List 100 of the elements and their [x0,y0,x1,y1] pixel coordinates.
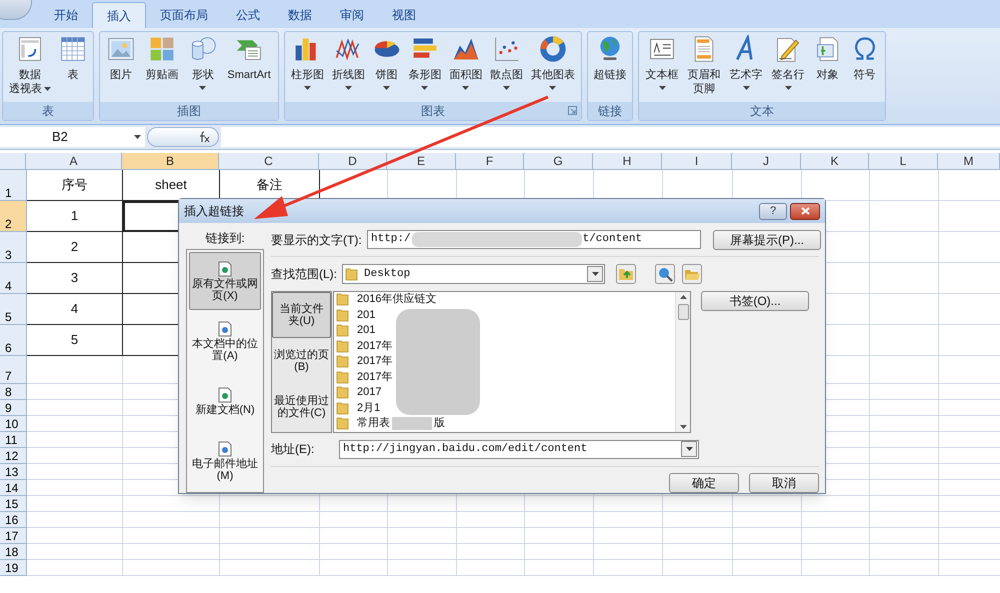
formula-input[interactable] [221,127,1000,147]
column-header[interactable]: E [387,153,456,170]
ok-button[interactable]: 确定 [669,473,739,494]
column-header[interactable]: H [593,153,662,170]
column-header[interactable]: D [319,153,387,170]
ribbon-button[interactable]: 折线图 [330,33,367,102]
ribbon-button[interactable]: 条形图 [406,33,444,102]
look-in-dropdown[interactable]: Desktop [342,264,605,284]
ribbon-button[interactable]: 对象 [812,33,844,102]
ribbon-button[interactable]: 形状 [186,33,219,102]
dropdown-icon [592,272,598,276]
ribbon-button[interactable]: 数据 透视表 [7,33,53,102]
select-all-corner[interactable] [0,153,26,170]
scroll-thumb[interactable] [678,304,688,320]
row-header[interactable]: 3 [0,232,27,263]
file-item[interactable]: 201 [336,307,675,323]
address-field[interactable]: http://jingyan.baidu.com/edit/content [339,440,699,459]
row-header[interactable]: 5 [0,294,27,325]
column-header[interactable]: G [524,153,593,170]
ribbon-tab[interactable]: 公式 [222,2,274,28]
row-header[interactable]: 16 [0,512,27,528]
ribbon-tab[interactable]: 审阅 [326,2,378,28]
row-header[interactable]: 8 [0,384,27,400]
file-item[interactable]: 201 [336,322,675,338]
file-item[interactable]: 2016年供应链文 [336,292,675,308]
link-target-option[interactable]: 电子邮件地址(M) [189,432,261,490]
row-header[interactable]: 17 [0,528,27,544]
browse-tab[interactable]: 最近使用过的文件(C) [272,384,331,430]
scroll-down-icon[interactable] [680,424,686,429]
folder-icon [336,400,349,415]
row-header[interactable]: 1 [0,170,27,201]
column-header[interactable]: B [122,153,219,170]
link-target-option[interactable]: 新建文档(N) [189,372,261,430]
function-icon[interactable] [198,131,210,143]
row-header[interactable]: 12 [0,448,27,464]
ribbon-button[interactable]: 签名行 [770,33,806,102]
screen-tip-button[interactable]: 屏幕提示(P)... [713,230,821,250]
row-header[interactable]: 10 [0,416,27,432]
ribbon-button[interactable]: 艺术字 [728,33,764,102]
link-target-option[interactable]: 原有文件或网页(X) [189,252,261,310]
file-item[interactable]: 常用表 版 [336,416,675,432]
column-header[interactable]: C [219,153,319,170]
ribbon-button[interactable]: 页眉和 页脚 [686,33,722,102]
ribbon-button[interactable]: 文本框 [644,33,680,102]
row-header[interactable]: 14 [0,480,27,496]
column-header[interactable]: K [801,153,869,170]
ribbon-button[interactable]: 柱形图 [288,33,326,102]
help-button[interactable]: ? [759,202,787,220]
column-header[interactable]: F [456,153,524,170]
ribbon-button[interactable]: 表 [57,33,89,102]
column-header[interactable]: L [869,153,938,170]
column-header[interactable]: M [938,153,1000,170]
ribbon-button[interactable]: 符号 [848,33,880,102]
file-item[interactable]: 2017年 [336,354,675,370]
browse-tab[interactable]: 浏览过的页(B) [272,338,331,384]
ribbon-tab[interactable]: 开始 [40,2,92,28]
ribbon-button[interactable]: 图片 [105,33,138,102]
row-header[interactable]: 2 [0,201,27,232]
ribbon-button[interactable]: 超链接 [592,33,628,102]
link-target-option[interactable]: 本文档中的位置(A) [189,312,261,370]
row-header[interactable]: 15 [0,496,27,512]
ribbon-tab[interactable]: 视图 [378,2,430,28]
ribbon-button[interactable]: SmartArt [225,33,273,102]
scrollbar[interactable] [675,292,690,432]
row-header[interactable]: 19 [0,560,27,576]
file-item[interactable]: 2017年 [336,338,675,354]
file-item[interactable]: 2月1 [336,400,675,416]
scroll-up-icon[interactable] [680,294,686,299]
display-text-field[interactable]: http:/ t/content [367,230,701,250]
close-button[interactable] [790,202,820,220]
row-header[interactable]: 6 [0,325,27,356]
row-header[interactable]: 18 [0,544,27,560]
ribbon-button[interactable]: 散点图 [488,33,526,102]
document-icon [218,386,232,402]
row-header[interactable]: 7 [0,356,27,384]
dialog-launcher-icon[interactable] [568,106,577,115]
ribbon-button[interactable]: 饼图 [370,33,403,102]
ribbon-tab[interactable]: 插入 [92,2,146,28]
ribbon-button[interactable]: 面积图 [447,33,484,102]
column-header[interactable]: A [26,153,122,170]
ribbon-button[interactable]: 其他图表 [528,33,577,102]
row-header[interactable]: 4 [0,263,27,294]
ribbon-tab[interactable]: 页面布局 [146,2,222,28]
row-header[interactable]: 13 [0,464,27,480]
scatter-chart-icon [492,35,521,63]
row-header[interactable]: 11 [0,432,27,448]
column-header[interactable]: J [732,153,801,170]
bookmark-button[interactable]: 书签(O)... [701,290,809,311]
ribbon-tab[interactable]: 数据 [274,2,326,28]
row-header[interactable]: 9 [0,400,27,416]
column-header[interactable]: I [662,153,732,170]
folder-up-icon[interactable] [616,264,636,284]
globe-search-icon[interactable] [655,264,675,284]
name-box[interactable]: B2 [0,127,145,147]
open-folder-icon[interactable] [682,264,702,284]
file-item[interactable]: 2017年 [336,369,675,385]
ribbon-button[interactable]: 剪贴画 [144,33,181,102]
file-item[interactable]: 2017 [336,384,675,400]
cancel-button[interactable]: 取消 [749,473,819,494]
browse-tab[interactable]: 当前文件夹(U) [272,292,331,338]
